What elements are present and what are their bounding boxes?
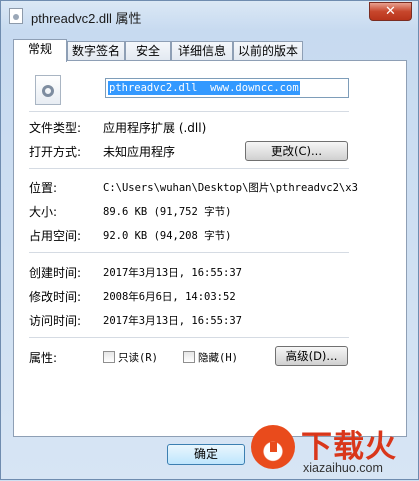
modified-label: 修改时间: xyxy=(29,290,82,304)
opens-with-value: 未知应用程序 xyxy=(103,145,176,159)
readonly-checkbox[interactable] xyxy=(103,351,115,363)
separator xyxy=(29,337,349,338)
watermark-title: 下载火 xyxy=(301,429,397,465)
hidden-label[interactable]: 隐藏(H) xyxy=(198,350,238,365)
created-label: 创建时间: xyxy=(29,266,82,280)
dll-file-icon xyxy=(35,75,61,105)
close-button[interactable]: ✕ xyxy=(369,2,412,21)
tab-digital-signatures[interactable]: 数字签名 xyxy=(67,41,125,60)
advanced-button[interactable]: 高级(D)... xyxy=(275,346,348,366)
size-value: 89.6 KB (91,752 字节) xyxy=(103,206,232,218)
file-type-label: 文件类型: xyxy=(29,121,82,135)
tab-previous-versions[interactable]: 以前的版本 xyxy=(233,41,303,60)
title-bar[interactable]: pthreadvc2.dll 属性 ✕ xyxy=(1,1,418,31)
readonly-label[interactable]: 只读(R) xyxy=(118,350,158,365)
tab-general[interactable]: 常规 xyxy=(13,39,67,62)
hidden-checkbox[interactable] xyxy=(183,351,195,363)
modified-value: 2008年6月6日, 14:03:52 xyxy=(103,291,236,303)
file-type-value: 应用程序扩展 (.dll) xyxy=(103,121,207,135)
flame-logo-icon xyxy=(251,425,295,469)
ok-button[interactable]: 确定 xyxy=(167,444,245,465)
created-value: 2017年3月13日, 16:55:37 xyxy=(103,267,242,279)
opens-with-label: 打开方式: xyxy=(29,145,82,159)
file-icon xyxy=(9,8,23,24)
size-on-disk-value: 92.0 KB (94,208 字节) xyxy=(103,230,232,242)
file-name-selection: pthreadvc2.dll www.downcc.com xyxy=(108,81,300,95)
window-title: pthreadvc2.dll 属性 xyxy=(31,11,142,26)
separator xyxy=(29,111,349,112)
tab-security[interactable]: 安全 xyxy=(125,41,171,60)
general-panel: pthreadvc2.dll www.downcc.com 文件类型: 应用程序… xyxy=(13,60,407,437)
separator xyxy=(29,168,349,169)
watermark-url: xiazaihuo.com xyxy=(303,461,383,475)
accessed-value: 2017年3月13日, 16:55:37 xyxy=(103,315,242,327)
watermark: 下载火 xiazaihuo.com xyxy=(249,421,419,481)
size-label: 大小: xyxy=(29,205,58,219)
location-label: 位置: xyxy=(29,181,58,195)
size-on-disk-label: 占用空间: xyxy=(29,229,82,243)
separator xyxy=(29,252,349,253)
properties-dialog: pthreadvc2.dll 属性 ✕ 常规 数字签名 安全 详细信息 以前的版… xyxy=(0,0,419,480)
tab-details[interactable]: 详细信息 xyxy=(171,41,233,60)
location-value: C:\Users\wuhan\Desktop\图片\pthreadvc2\x3 xyxy=(103,182,358,194)
tab-bar: 常规 数字签名 安全 详细信息 以前的版本 xyxy=(13,39,403,62)
file-name-input[interactable]: pthreadvc2.dll www.downcc.com xyxy=(105,78,349,98)
attributes-label: 属性: xyxy=(29,351,58,365)
accessed-label: 访问时间: xyxy=(29,314,82,328)
change-button[interactable]: 更改(C)... xyxy=(245,141,348,161)
